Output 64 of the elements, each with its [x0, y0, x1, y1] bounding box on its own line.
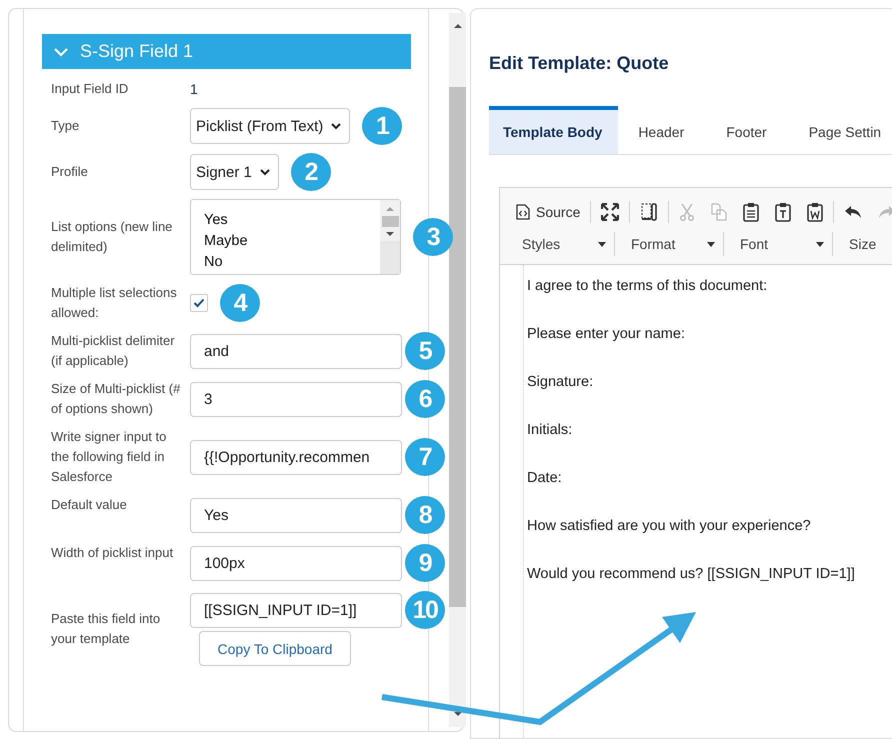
dropdown[interactable]: Picklist (From Text) [190, 108, 350, 144]
tab[interactable]: Page Settin [794, 106, 892, 154]
dropdown[interactable]: Signer 1 [190, 154, 279, 190]
input-field[interactable]: 3 [190, 382, 402, 416]
scroll-down-icon[interactable] [452, 711, 462, 717]
field-label: Write signer input to the following field in Salesforce [50, 428, 168, 486]
field-label: Size of Multi-picklist (# of options shown) [50, 380, 182, 418]
step-badge: 4 [220, 284, 260, 322]
caret-icon [707, 242, 715, 246]
tab[interactable]: Template Body [489, 106, 618, 154]
field-label: List options (new line delimited) [50, 218, 174, 256]
step-badge: 5 [405, 332, 445, 370]
document-text: Signature: [527, 373, 594, 392]
step-badge: 1 [362, 107, 402, 145]
field-label: Paste this field into your template [50, 610, 162, 648]
checkbox[interactable] [190, 294, 208, 312]
step-badge: 9 [405, 544, 445, 582]
scroll-thumb[interactable] [382, 216, 398, 227]
document-text: I agree to the terms of this document: [527, 277, 768, 296]
document-text: Please enter your name: [527, 325, 686, 344]
field-value: 1 [190, 81, 198, 97]
checkmark-icon [193, 298, 205, 308]
scroll-down-icon[interactable] [385, 231, 395, 237]
input-field[interactable]: 100px [190, 546, 402, 580]
step-badge: 3 [413, 218, 453, 256]
tab[interactable]: Header [624, 106, 700, 154]
caret-icon [260, 168, 270, 176]
page-title: Edit Template: Quote [489, 52, 670, 74]
format-dropdown[interactable]: Font [728, 232, 833, 256]
input-field[interactable]: {{!Opportunity.recommen [190, 440, 402, 474]
step-badge: 7 [405, 438, 445, 476]
format-dropdown[interactable]: Styles [510, 232, 615, 256]
caret-icon [598, 242, 606, 246]
document-text: Would you recommend us? [[SSIGN_INPUT ID=1]] [527, 565, 856, 584]
options-textarea[interactable]: Yes Maybe No [190, 199, 401, 275]
field-label: Multi-picklist delimiter (if applicable) [50, 332, 176, 370]
step-badge: 8 [405, 496, 445, 534]
source-button[interactable]: Source [510, 202, 586, 222]
field-label: Width of picklist input [50, 544, 174, 562]
section-title: S-Sign Field 1 [80, 41, 194, 62]
tab[interactable]: Footer [712, 106, 783, 154]
scroll-up-icon[interactable] [452, 23, 462, 29]
field-label: Multiple list selections allowed: [50, 284, 178, 322]
input-field[interactable]: Yes [190, 498, 402, 532]
document-text: Date: [527, 469, 563, 488]
resize-handle[interactable] [380, 241, 400, 274]
caret-icon [331, 122, 342, 130]
field-label: Input Field ID [50, 80, 130, 98]
field-label: Profile [50, 163, 89, 181]
format-dropdown[interactable]: Format [619, 232, 724, 256]
input-field[interactable]: [[SSIGN_INPUT ID=1]] [190, 592, 402, 628]
field-label: Default value [50, 496, 128, 514]
input-field[interactable]: and [190, 334, 402, 368]
copy-button[interactable]: Copy To Clipboard [199, 631, 351, 666]
step-badge: 2 [290, 153, 331, 191]
document-text: Initials: [527, 421, 574, 440]
caret-icon [816, 242, 824, 246]
source-icon [516, 204, 530, 220]
field-label: Type [50, 117, 80, 135]
format-dropdown[interactable]: Size [837, 232, 892, 256]
step-badge: 6 [405, 380, 445, 418]
scrollbar[interactable] [449, 13, 466, 727]
step-badge: 10 [405, 591, 445, 629]
document-text: How satisfied are you with your experience? [527, 517, 812, 536]
